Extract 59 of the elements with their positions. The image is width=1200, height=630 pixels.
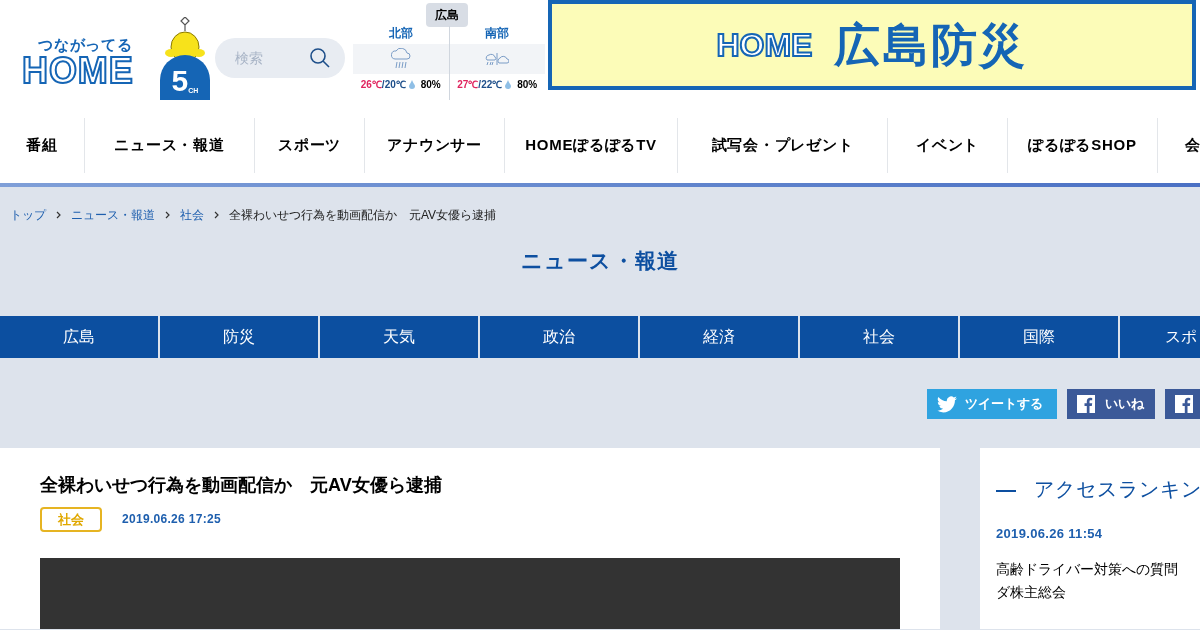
share-button[interactable] [1165, 389, 1200, 419]
article-title: 全裸わいせつ行為を動画配信か 元AV女優ら逮捕 [40, 474, 443, 497]
rain-chance: 80% [517, 78, 538, 92]
disaster-banner[interactable]: HOME 広島防災 [548, 0, 1196, 90]
section-title: ニュース・報道 [521, 248, 679, 274]
nav-item[interactable]: 会 [1158, 118, 1200, 173]
high-temperature: 27℃ [457, 78, 479, 92]
category-tab[interactable]: 社会 [800, 316, 958, 358]
category-tag: 社会 [40, 507, 102, 532]
rain-cloud-icon [390, 48, 411, 70]
banner-title: 広島防災 [834, 17, 1028, 73]
raindrop-icon [408, 80, 415, 89]
breadcrumb-link[interactable]: ニュース・報道 [71, 205, 155, 224]
chevron-icon [56, 210, 61, 219]
category-tab[interactable]: 国際 [960, 316, 1118, 358]
low-temperature: 22℃ [481, 78, 503, 92]
like-button[interactable]: いいね [1067, 389, 1155, 419]
search-field[interactable]: 検索 [215, 38, 345, 78]
chevron-icon [165, 210, 170, 219]
banner-brand: HOME [716, 26, 813, 65]
chevron-icon [214, 210, 219, 219]
category-tab[interactable]: 防災 [160, 316, 318, 358]
breadcrumb-link[interactable]: 社会 [180, 205, 204, 224]
nav-item[interactable]: 試写会・プレゼント [678, 118, 888, 173]
breadcrumb-link[interactable]: トップ [10, 205, 46, 224]
facebook-icon [1175, 395, 1193, 413]
raindrop-icon [505, 80, 512, 89]
nav-item[interactable]: イベント [888, 118, 1008, 173]
nav-item[interactable]: アナウンサー [365, 118, 505, 173]
ranking-title: アクセスランキン [1034, 477, 1200, 502]
area-name: 南部 [485, 26, 510, 40]
nav-item[interactable]: ニュース・報道 [85, 118, 255, 173]
heading-dash: — [996, 477, 1016, 502]
low-temperature: 20℃ [384, 78, 406, 92]
search-icon[interactable] [310, 48, 330, 68]
category-tab[interactable]: 経済 [640, 316, 798, 358]
rain-and-cloud-icon [485, 52, 510, 66]
category-tab[interactable]: 広島 [0, 316, 158, 358]
high-temperature: 26℃ [360, 78, 382, 92]
nav-item[interactable]: HOMEぽるぽるTV [505, 118, 678, 173]
breadcrumb-current: 全裸わいせつ行為を動画配信か 元AV女優ら逮捕 [229, 206, 497, 224]
category-tab[interactable]: スポ [1120, 316, 1200, 358]
nav-item[interactable]: ぽるぽるSHOP [1008, 118, 1158, 173]
ranking-headline[interactable]: 高齢ドライバー対策への質問 ダ株主総会 [996, 557, 1200, 604]
temperature-separator: / [478, 78, 482, 92]
category-tab[interactable]: 政治 [480, 316, 638, 358]
ranking-date: 2019.06.26 11:54 [996, 525, 1104, 543]
region-tab[interactable]: 広島 [426, 3, 468, 27]
rain-chance: 80% [420, 78, 441, 92]
temperature-separator: / [381, 78, 385, 92]
article-date: 2019.06.26 17:25 [122, 510, 221, 528]
nav-item[interactable]: スポーツ [255, 118, 365, 173]
area-name: 北部 [388, 26, 413, 40]
logo-wordmark: HOME [22, 52, 134, 90]
bird-icon [937, 395, 957, 413]
nav-item[interactable]: 番組 [0, 118, 85, 173]
facebook-icon [1077, 395, 1095, 413]
logo-tagline: つながってる [38, 35, 133, 55]
category-tab[interactable]: 天気 [320, 316, 478, 358]
